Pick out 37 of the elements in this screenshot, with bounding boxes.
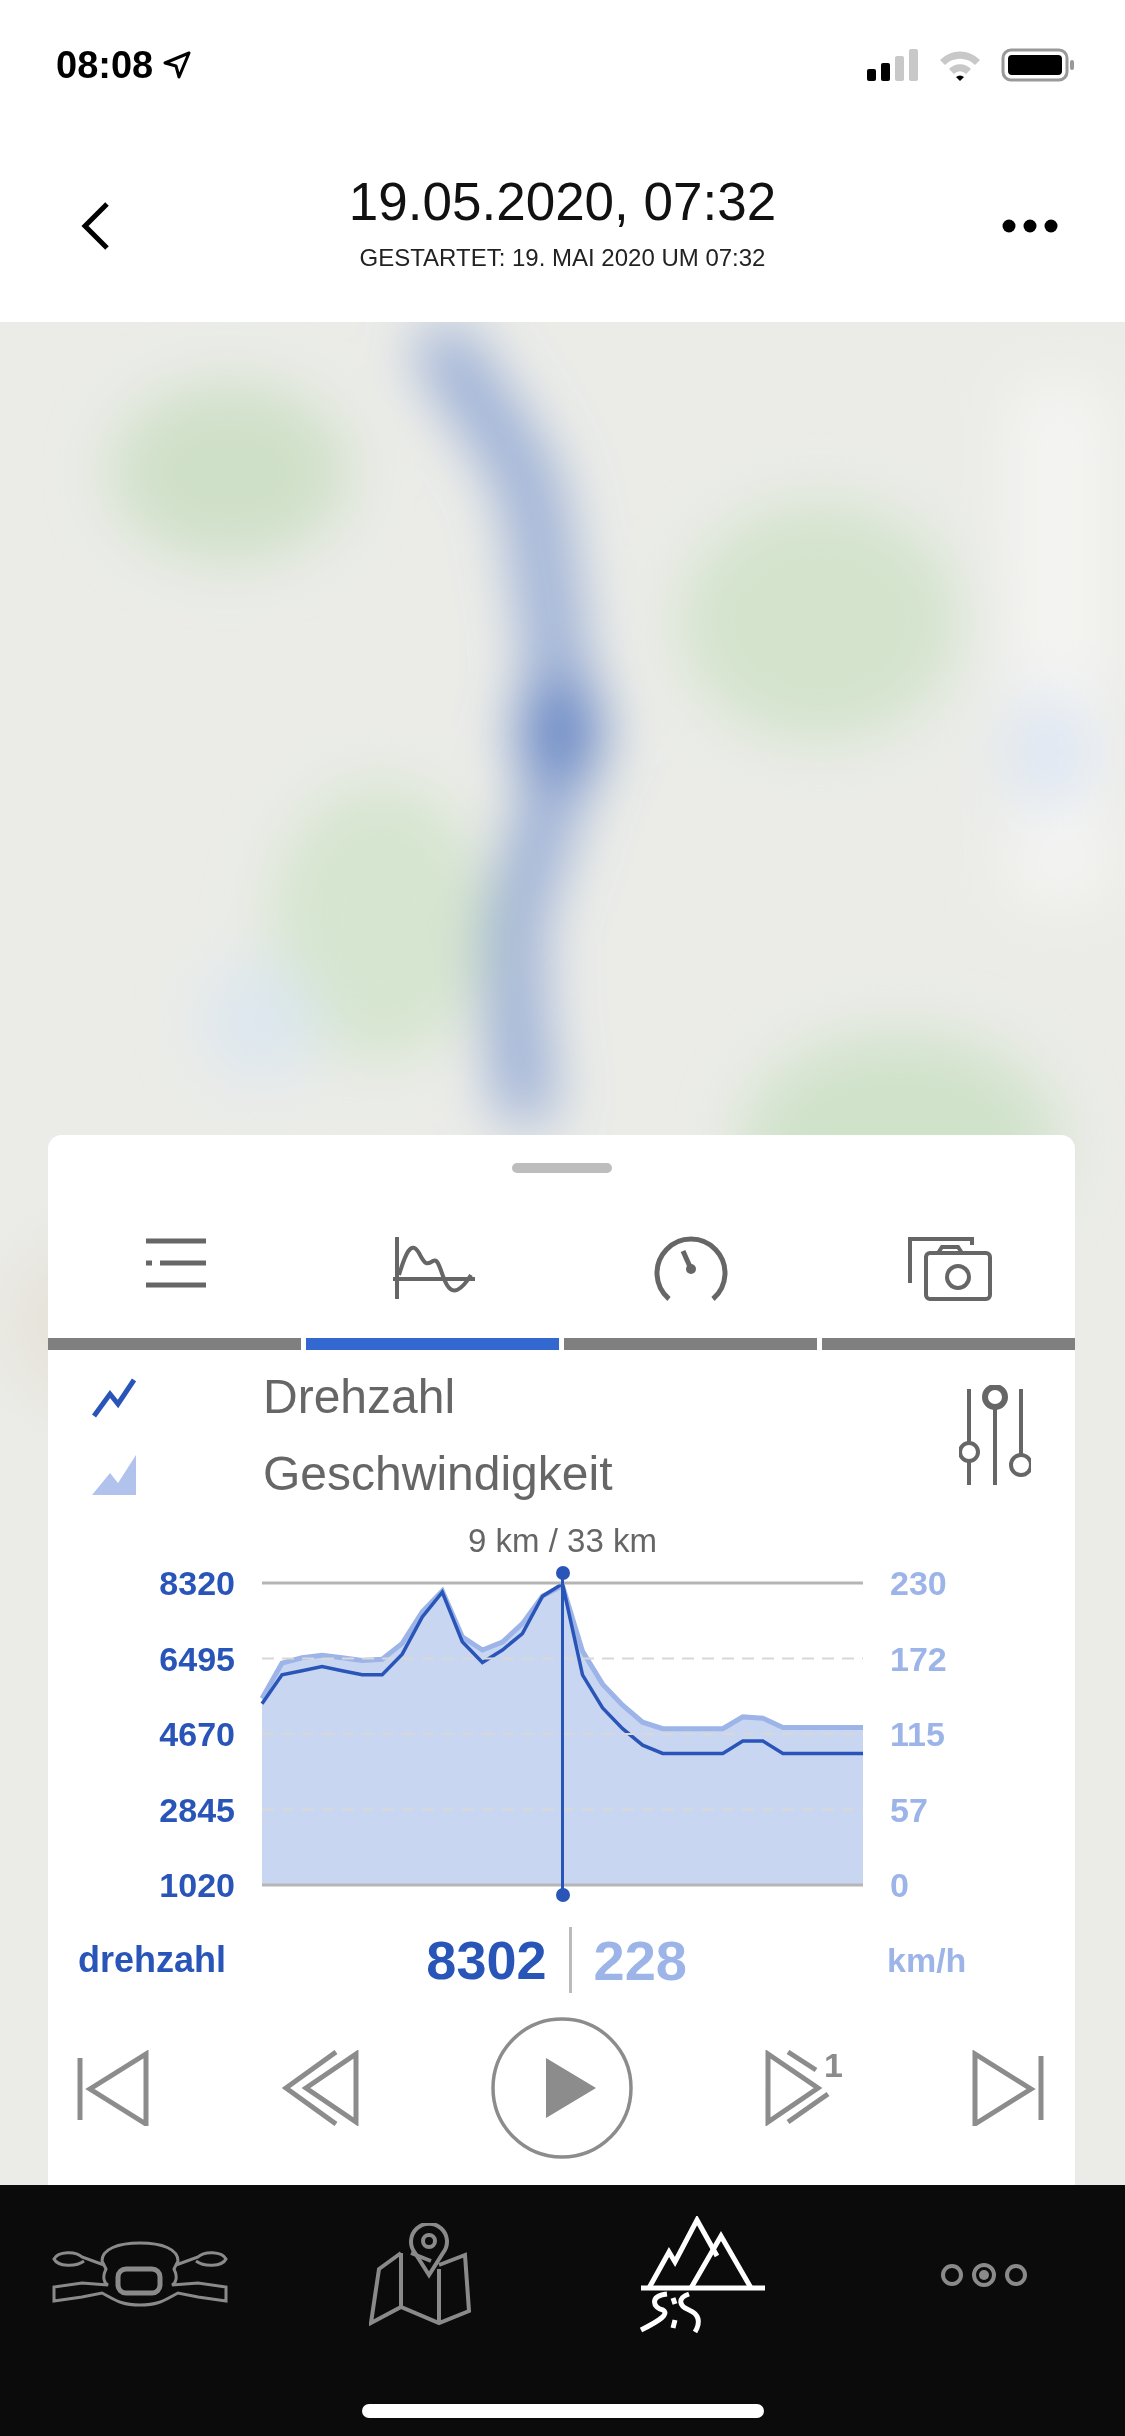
axis-label: 0 [890, 1866, 909, 1904]
nav-tab[interactable] [639, 2216, 768, 2334]
play-button[interactable] [490, 2015, 635, 2160]
axis-label: 172 [890, 1640, 947, 1679]
unit-label: km/h [886, 1940, 968, 1980]
rpm-value: 8302 [426, 1927, 572, 1993]
legend-label: Drehzahl [263, 1369, 456, 1424]
location-arrow-icon [163, 51, 192, 79]
more-icon [1002, 219, 1058, 233]
axis-label: 2845 [159, 1790, 235, 1829]
axis-label: 115 [890, 1715, 945, 1753]
axis-label: 4670 [159, 1715, 235, 1753]
last-button[interactable] [971, 2049, 1045, 2126]
axis-label: 230 [890, 1564, 947, 1602]
page-subtitle: GESTARTET: 19. MAI 2020 UM 07:32 [359, 243, 766, 272]
axis-label: 8320 [159, 1564, 235, 1602]
legend-label: Geschwindigkeit [263, 1446, 613, 1501]
back-icon [79, 201, 111, 251]
mountain-road-icon [639, 2216, 768, 2334]
sliders-icon [959, 1385, 1031, 1485]
chart-icon [390, 1235, 475, 1299]
nav-tab[interactable] [939, 2262, 1030, 2288]
first-button[interactable] [76, 2049, 150, 2126]
more-icon [939, 2262, 1030, 2288]
distance-label: 9 km / 33 km [468, 1522, 657, 1560]
page-title: 19.05.2020, 07:32 [348, 170, 777, 232]
camera-icon [905, 1235, 992, 1301]
drag-handle[interactable] [511, 1163, 612, 1173]
signal-icon [867, 49, 919, 81]
readout-label: drehzahl [77, 1939, 228, 1981]
axis-label: 57 [890, 1791, 928, 1830]
speed-value: 228 [592, 1927, 688, 1993]
battery-icon [1001, 48, 1075, 82]
axis-label: 1020 [159, 1866, 235, 1904]
status-time: 08:08 [56, 43, 154, 87]
gauge-icon [652, 1235, 729, 1303]
axis-label: 6495 [159, 1639, 235, 1678]
